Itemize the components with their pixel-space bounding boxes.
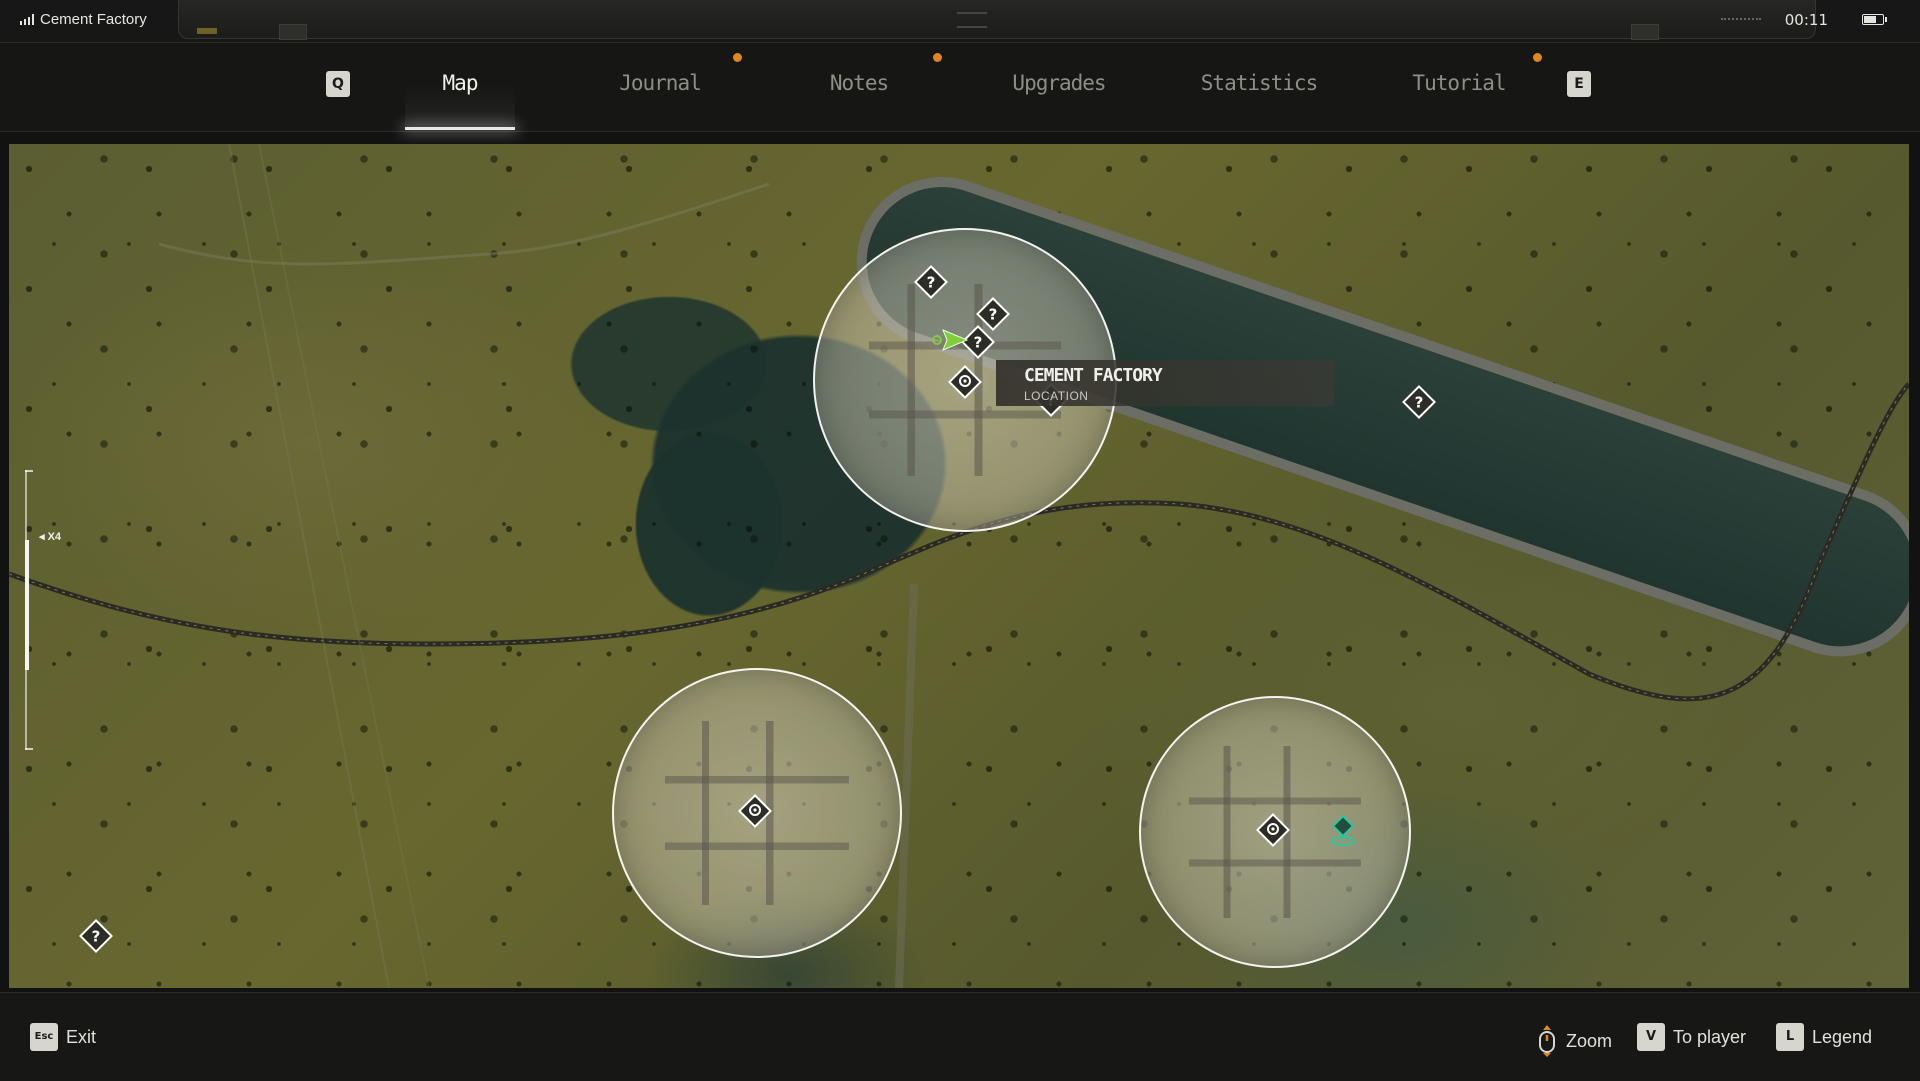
scroll-wheel-icon <box>1539 1025 1555 1057</box>
location-marker-icon <box>948 365 982 399</box>
bottom-bar: Esc Exit Zoom V To player L Legend <box>0 992 1920 1081</box>
frame-bolt <box>197 28 217 34</box>
esc-key: Esc <box>30 1023 58 1051</box>
zoom-scale-cap <box>25 748 33 750</box>
journal-notification-dot <box>733 53 742 62</box>
unknown-marker-icon: ? <box>1402 385 1436 419</box>
frame-dots <box>1721 18 1761 24</box>
prev-tab-key[interactable]: Q <box>326 71 350 97</box>
map-viewport[interactable]: ? ? ? ? ? ? CEMENT FACTORY LOCATION <box>9 144 1909 988</box>
signal-icon <box>20 14 34 25</box>
svg-text:?: ? <box>974 334 983 352</box>
cement-factory-location-marker[interactable] <box>947 364 983 400</box>
active-tab-underline <box>405 127 515 130</box>
status-location: Cement Factory <box>20 11 147 28</box>
location-tooltip: CEMENT FACTORY LOCATION <box>996 360 1334 406</box>
svg-text:?: ? <box>927 274 936 292</box>
location-marker[interactable] <box>737 793 773 829</box>
frame-grip <box>957 12 987 28</box>
next-tab-key[interactable]: E <box>1567 71 1591 97</box>
tab-statistics[interactable]: Statistics <box>1169 71 1349 95</box>
location-marker[interactable] <box>1255 812 1291 848</box>
zoom-level-label: ◂ X4 <box>39 531 62 543</box>
unknown-marker[interactable]: ? <box>78 918 114 954</box>
zoom-scale[interactable]: ◂ X4 <box>25 470 61 750</box>
tab-journal[interactable]: Journal <box>570 71 750 95</box>
tooltip-title: CEMENT FACTORY <box>1024 365 1163 386</box>
l-key: L <box>1776 1023 1804 1051</box>
unknown-marker-icon: ? <box>914 265 948 299</box>
battery-icon <box>1862 14 1887 25</box>
clock: 00:11 <box>1784 11 1828 29</box>
legend-label: Legend <box>1812 1026 1873 1047</box>
v-key: V <box>1637 1023 1665 1051</box>
tab-notes[interactable]: Notes <box>769 71 949 95</box>
frame-plate <box>178 0 1816 40</box>
tutorial-notification-dot <box>1533 53 1542 62</box>
exit-button[interactable]: Esc Exit <box>30 1023 96 1051</box>
quest-marker-icon <box>1331 814 1355 846</box>
tooltip-subtitle: LOCATION <box>1024 389 1089 403</box>
zoom-scale-cap <box>25 470 33 472</box>
location-name: Cement Factory <box>40 11 147 28</box>
svg-text:?: ? <box>989 306 998 324</box>
zoom-scale-fill <box>25 540 29 670</box>
status-bar: Cement Factory 00:11 <box>0 0 1920 43</box>
svg-text:?: ? <box>1415 394 1424 412</box>
tab-bar: Q Map Journal Notes Upgrades Statistics … <box>0 43 1920 132</box>
unknown-marker[interactable]: ? <box>1401 384 1437 420</box>
location-marker-icon <box>738 794 772 828</box>
player-arrow-icon <box>931 324 971 356</box>
to-player-label: To player <box>1673 1026 1747 1047</box>
frame-notch <box>1631 24 1659 40</box>
location-marker-icon <box>1256 813 1290 847</box>
tab-tutorial[interactable]: Tutorial <box>1369 71 1549 95</box>
tab-upgrades[interactable]: Upgrades <box>969 71 1149 95</box>
svg-text:?: ? <box>92 928 101 946</box>
exit-label: Exit <box>66 1026 97 1047</box>
zoom-hint[interactable]: Zoom <box>1536 1023 1612 1059</box>
frame-notch <box>279 24 307 40</box>
tab-map[interactable]: Map <box>370 71 550 95</box>
legend-button[interactable]: L Legend <box>1776 1023 1872 1051</box>
to-player-button[interactable]: V To player <box>1637 1023 1746 1051</box>
unknown-marker[interactable]: ? <box>913 264 949 300</box>
quest-marker[interactable] <box>1325 814 1361 850</box>
notes-notification-dot <box>933 53 942 62</box>
unknown-marker-icon: ? <box>79 919 113 953</box>
zoom-label: Zoom <box>1566 1030 1613 1051</box>
